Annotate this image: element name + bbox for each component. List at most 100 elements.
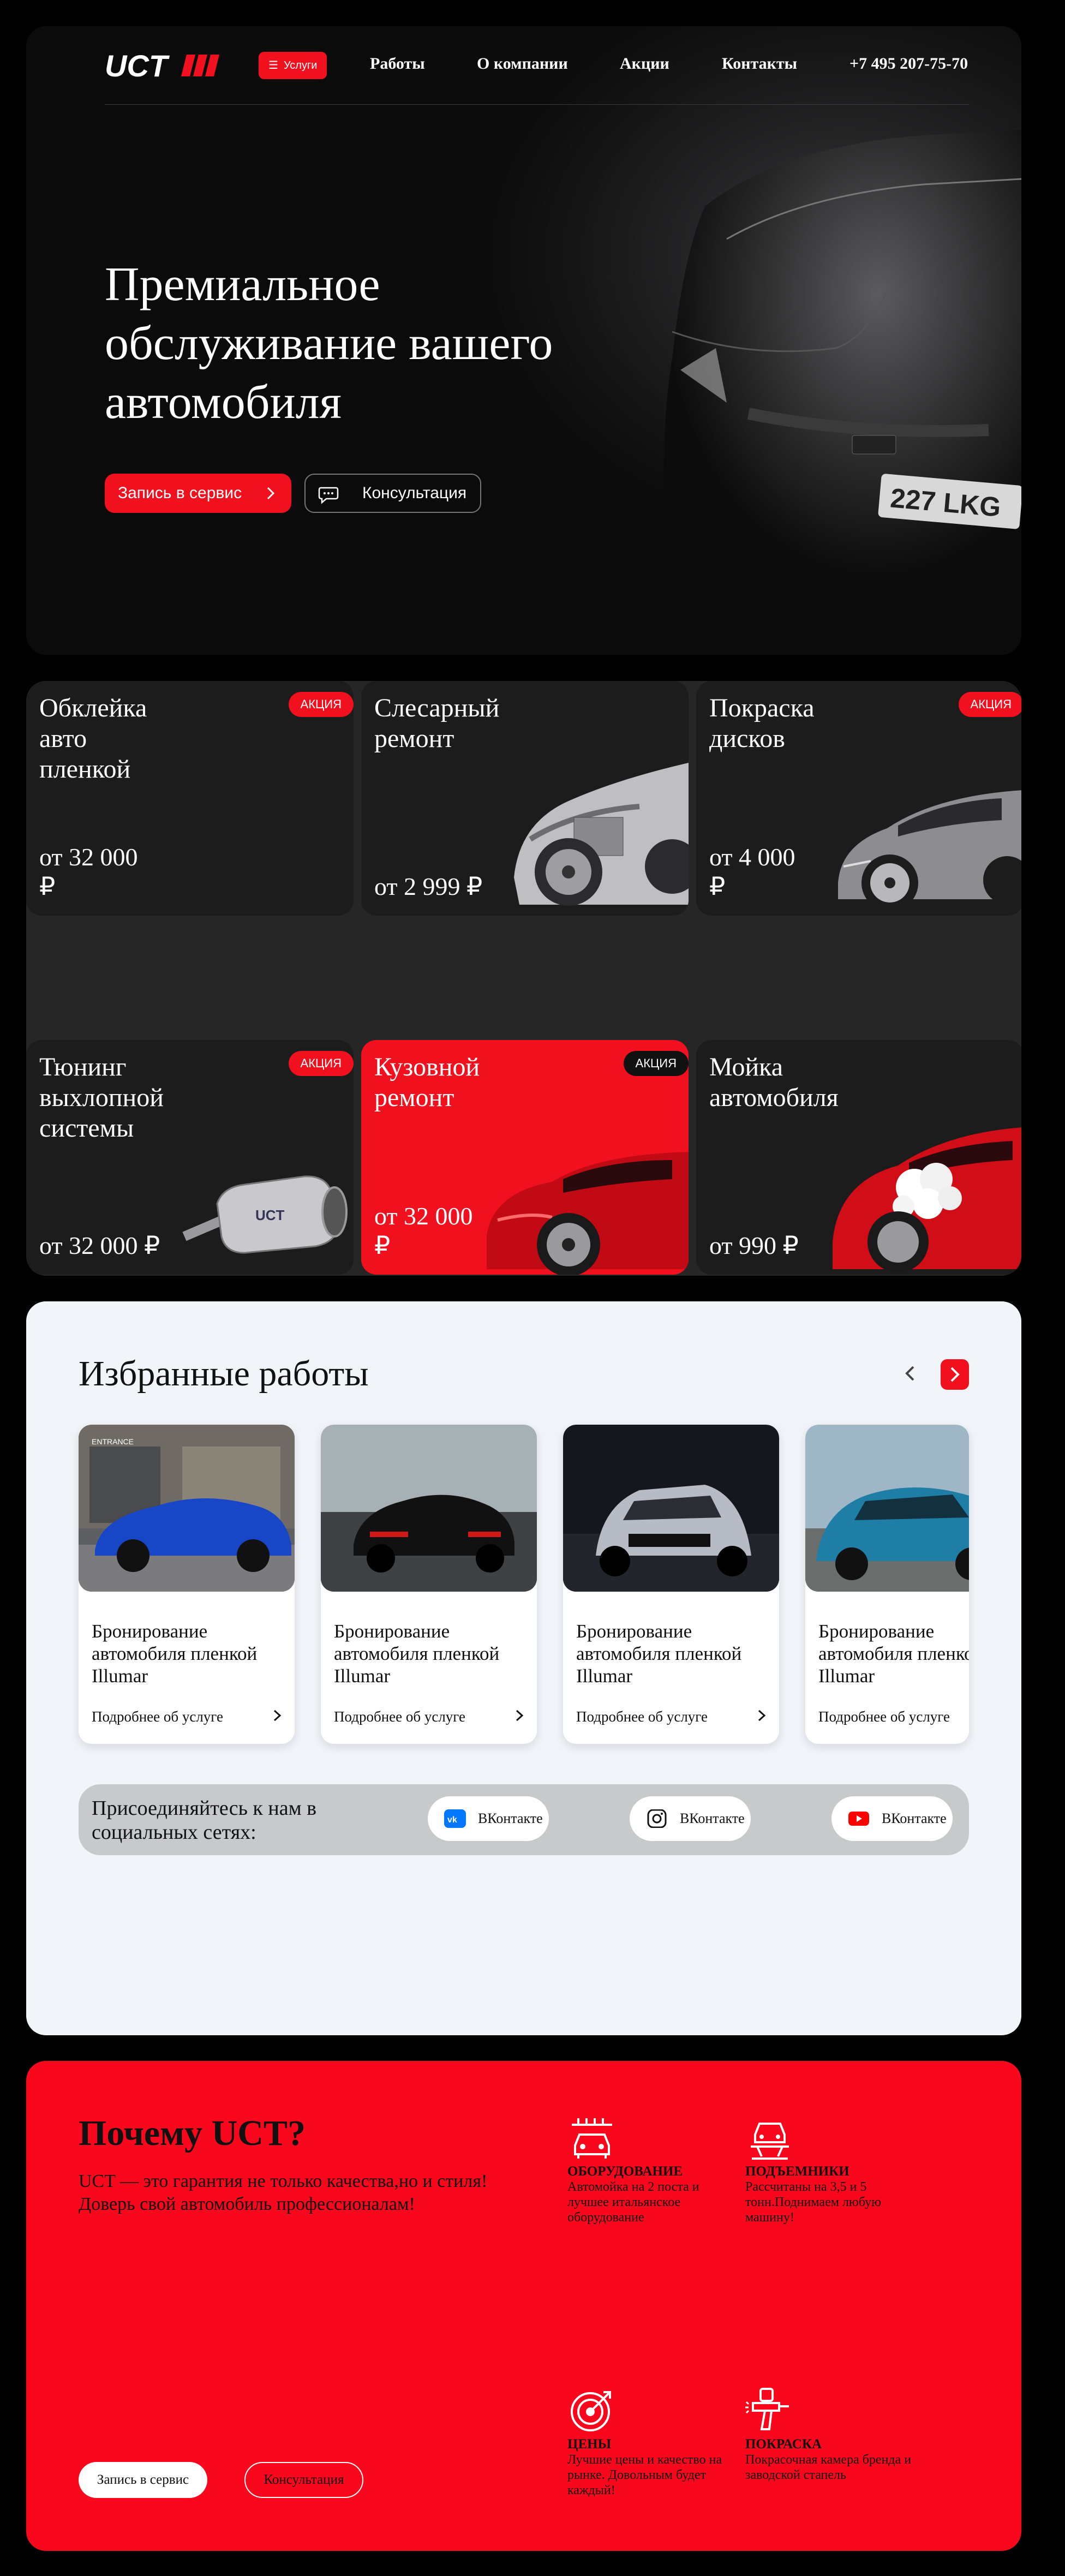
social-link-label: ВКонтакте: [882, 1810, 947, 1826]
nav-link-contacts[interactable]: Контакты: [722, 55, 797, 73]
work-card[interactable]: Бронирование автомобиля пленкой Illumar …: [321, 1425, 537, 1744]
consultation-label: Консультация: [362, 484, 467, 502]
exhaust-muffler-image: UCT: [182, 1175, 348, 1254]
services-menu-button[interactable]: ☰ Услуги: [259, 52, 327, 79]
service-card-mechanical-repair[interactable]: Слесарный ремонт от 2 999 ₽: [361, 681, 689, 916]
car-cutaway-image: [514, 763, 689, 906]
work-card-title: Бронирование автомобиля пленкой Illumar: [818, 1621, 969, 1687]
nav-link-about[interactable]: О компании: [477, 55, 568, 73]
promo-badge: АКЦИЯ: [958, 692, 1021, 717]
social-link-label: ВКонтакте: [478, 1810, 543, 1826]
social-link-instagram[interactable]: ВКонтакте: [630, 1796, 751, 1841]
feature-lifts: ПОДЪЕМНИКИ Рассчитаны на 3,5 и 5 тонн.По…: [745, 2113, 920, 2225]
instagram-icon: [647, 1809, 667, 1828]
service-card-car-wash[interactable]: Мойка автомобиля от 990 ₽: [696, 1040, 1021, 1275]
service-price: от 32 000 ₽: [39, 1232, 160, 1259]
chevron-right-icon: [267, 487, 275, 500]
photo-sign-text: ENTRANCE: [92, 1437, 134, 1446]
target-icon: [571, 2391, 611, 2431]
feature-prices: ЦЕНЫ Лучшие цены и качество на рынке. До…: [567, 2386, 742, 2498]
nav-link-works[interactable]: Работы: [370, 55, 425, 73]
services-section: Обклейка авто пленкой от 32 000 ₽ АКЦИЯ …: [26, 681, 1021, 1276]
spray-gun-icon: [745, 2388, 789, 2430]
service-price: от 990 ₽: [709, 1232, 799, 1259]
service-title: Слесарный ремонт: [374, 694, 500, 753]
feature-title: ОБОРУДОВАНИЕ: [567, 2164, 683, 2179]
social-bar: Присоединяйтесь к нам в социальных сетях…: [79, 1784, 969, 1855]
hero-car-image: 227 LKG: [664, 130, 1021, 599]
nav-phone-link[interactable]: +7 495 207-75-70: [849, 55, 968, 73]
work-card-more-link[interactable]: Подробнее об услуге: [576, 1708, 708, 1725]
nav-link-promotions[interactable]: Акции: [620, 55, 669, 73]
service-price: от 2 999 ₽: [374, 872, 483, 900]
book-service-label: Запись в сервис: [118, 484, 242, 502]
work-card-title: Бронирование автомобиля пленкой Illumar: [576, 1621, 742, 1687]
feature-text: Рассчитаны на 3,5 и 5 тонн.Поднимаем люб…: [745, 2180, 882, 2225]
chevron-right-icon: [950, 1367, 960, 1382]
youtube-icon: [848, 1812, 869, 1826]
services-menu-label: Услуги: [283, 59, 318, 71]
service-title: Тюнинг выхлопной системы: [39, 1053, 164, 1143]
carousel-next-button[interactable]: [941, 1359, 969, 1390]
service-price: от 4 000 ₽: [709, 843, 795, 900]
feature-painting: ПОКРАСКА Покрасочная камера бренда и зав…: [745, 2386, 920, 2483]
service-card-film-wrap[interactable]: Обклейка авто пленкой от 32 000 ₽ АКЦИЯ: [26, 681, 354, 916]
service-title: Мойка автомобиля: [709, 1053, 839, 1112]
featured-works-section: Избранные работы ENTRANCE Бронирование а…: [26, 1301, 1021, 2035]
gray-suv-image: [838, 790, 1021, 911]
works-title: Избранные работы: [79, 1354, 369, 1394]
why-book-service-button[interactable]: Запись в сервис: [79, 2462, 207, 2498]
gray-muscle-car-photo: [563, 1425, 779, 1592]
social-link-vk[interactable]: vk ВКонтакте: [428, 1796, 549, 1841]
work-card-title: Бронирование автомобиля пленкой Illumar: [334, 1621, 500, 1687]
work-card-more-link[interactable]: Подробнее об услуге: [818, 1708, 950, 1725]
hero-section: 227 LKG UCT ☰ Услуги Работы О компании А…: [26, 26, 1021, 655]
work-card[interactable]: Бронирование автомобиля пленкой Illumar …: [805, 1425, 969, 1744]
svg-text:UCT: UCT: [255, 1207, 285, 1223]
work-card-title: Бронирование автомобиля пленкой Illumar: [92, 1621, 258, 1687]
logo-text: UCT: [105, 50, 170, 81]
red-sports-car-image: [487, 1152, 689, 1275]
work-card[interactable]: Бронирование автомобиля пленкой Illumar …: [563, 1425, 779, 1744]
feature-text: Автомойка на 2 поста и лучшее итальянско…: [567, 2180, 699, 2225]
why-uct-section: Почему UCT? UCT — это гарантия не только…: [26, 2061, 1021, 2551]
promo-badge: АКЦИЯ: [623, 1051, 689, 1076]
service-title: Обклейка авто пленкой: [39, 694, 147, 784]
top-navigation: UCT ☰ Услуги Работы О компании Акции Кон…: [105, 26, 969, 105]
social-join-text: Присоединяйтесь к нам в социальных сетях…: [92, 1797, 317, 1844]
why-title: Почему UCT?: [79, 2113, 306, 2153]
why-consultation-button[interactable]: Консультация: [244, 2462, 363, 2498]
promo-badge: АКЦИЯ: [288, 692, 354, 717]
work-card-more-link[interactable]: Подробнее об услуге: [334, 1708, 465, 1725]
feature-text: Лучшие цены и качество на рынке. Довольн…: [567, 2453, 722, 2497]
work-card[interactable]: ENTRANCE Бронирование автомобиля пленкой…: [79, 1425, 295, 1744]
feature-title: ПОКРАСКА: [745, 2437, 822, 2452]
chevron-right-icon: [758, 1710, 766, 1722]
hamburger-icon: ☰: [268, 59, 278, 71]
consultation-button[interactable]: Консультация: [304, 474, 481, 513]
foam-wash-car-image: [833, 1127, 1021, 1272]
chat-bubble-icon: [318, 487, 339, 504]
service-title: Кузовной ремонт: [374, 1053, 480, 1112]
service-price: от 32 000 ₽: [374, 1202, 473, 1259]
feature-equipment: ОБОРУДОВАНИЕ Автомойка на 2 поста и лучш…: [567, 2113, 742, 2225]
why-lead-text: UCT — это гарантия не только качества,но…: [79, 2171, 488, 2214]
svg-text:vk: vk: [447, 1815, 457, 1825]
feature-title: ЦЕНЫ: [567, 2437, 612, 2452]
service-price: от 32 000 ₽: [39, 843, 138, 900]
service-card-wheel-painting[interactable]: Покраска дисков от 4 000 ₽ АКЦИЯ: [696, 681, 1021, 916]
vk-icon: vk: [444, 1809, 466, 1828]
promo-badge: АКЦИЯ: [288, 1051, 354, 1076]
carousel-prev-button[interactable]: [900, 1362, 920, 1384]
service-card-exhaust-tuning[interactable]: UCT Тюнинг выхлопной системы от 32 000 ₽…: [26, 1040, 354, 1275]
uct-logo[interactable]: UCT: [105, 50, 220, 81]
work-card-more-link[interactable]: Подробнее об услуге: [92, 1708, 223, 1725]
blue-hatchback-photo: [805, 1425, 969, 1592]
car-wash-icon: [572, 2118, 612, 2159]
social-link-youtube[interactable]: ВКонтакте: [831, 1796, 953, 1841]
book-service-button[interactable]: Запись в сервис: [105, 474, 291, 513]
black-sedan-photo: [321, 1425, 537, 1592]
chevron-right-icon: [273, 1710, 282, 1722]
service-card-body-repair[interactable]: Кузовной ремонт от 32 000 ₽ АКЦИЯ: [361, 1040, 689, 1275]
blue-coupe-photo: ENTRANCE: [79, 1425, 295, 1592]
